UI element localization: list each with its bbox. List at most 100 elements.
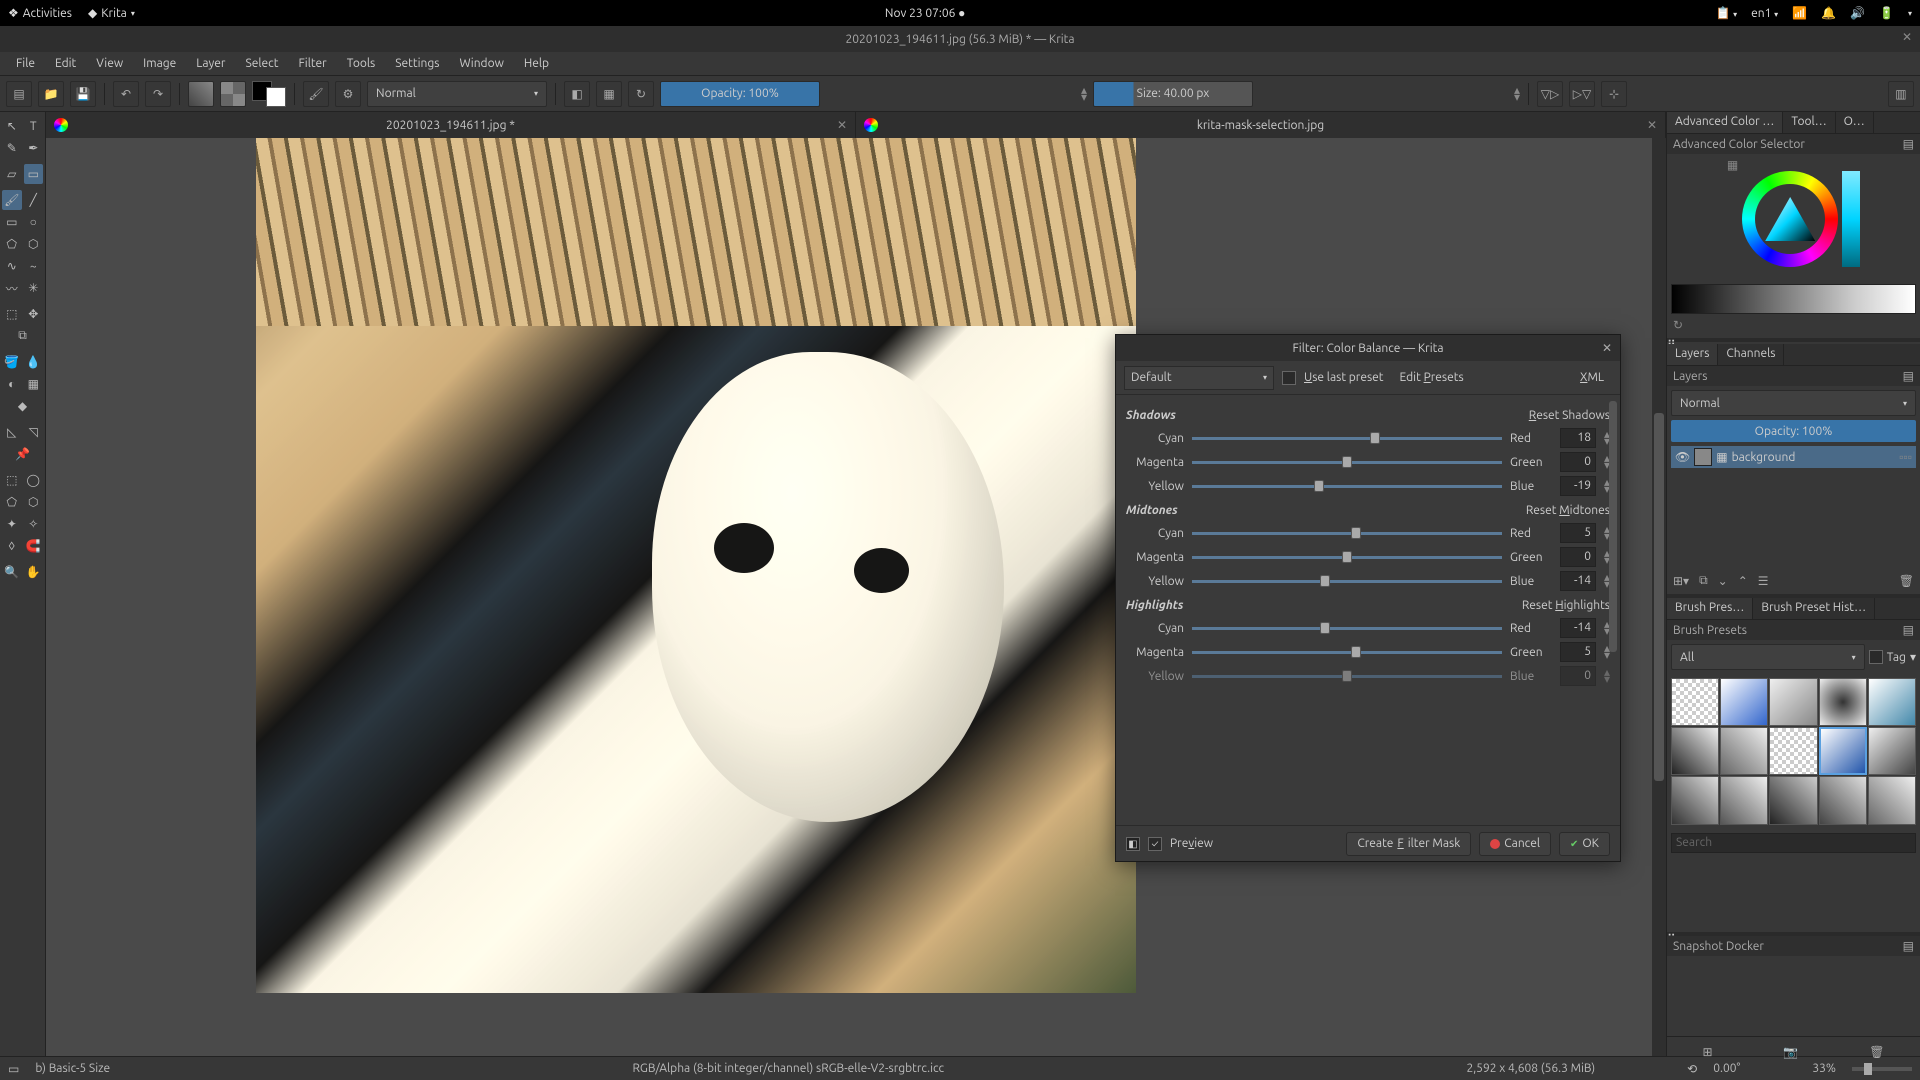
highlights-magenta-green-slider[interactable] <box>1192 644 1502 660</box>
add-layer-icon[interactable]: ⊞▾ <box>1673 574 1689 588</box>
brush-preset[interactable] <box>1769 678 1817 726</box>
shadows-cr-value[interactable]: 18 <box>1560 428 1596 448</box>
preview-label[interactable]: Preview <box>1170 837 1213 850</box>
fill-tool-icon[interactable]: 🪣 <box>2 352 22 372</box>
color-triangle[interactable] <box>1765 197 1815 241</box>
layer-name-label[interactable]: background <box>1732 451 1896 464</box>
multi-brush-tool-icon[interactable]: ✳ <box>24 278 44 298</box>
ellipse-select-tool-icon[interactable]: ◯ <box>24 470 44 490</box>
undo-icon[interactable]: ↶ <box>113 81 139 107</box>
gradient-tool-icon[interactable]: ◐ <box>2 374 22 394</box>
text-tool-icon[interactable]: T <box>24 116 44 136</box>
dyna-brush-tool-icon[interactable]: 〰 <box>2 278 22 298</box>
poly-select-tool-icon[interactable]: ⬡ <box>24 492 44 512</box>
magnetic-select-tool-icon[interactable]: 🧲 <box>24 536 44 556</box>
shadows-mg-value[interactable]: 0 <box>1560 452 1596 472</box>
delete-snapshot-icon[interactable]: 🗑 <box>1869 1045 1884 1059</box>
smart-fill-tool-icon[interactable]: ◆ <box>13 396 33 416</box>
measure-tool-icon[interactable]: ◹ <box>24 422 44 442</box>
brush-preset[interactable] <box>1868 776 1916 824</box>
color-history-icon[interactable]: ↻ <box>1667 314 1920 336</box>
vertical-scrollbar[interactable] <box>1652 138 1666 1056</box>
clock[interactable]: Nov 23 07:06 <box>885 7 955 20</box>
menu-window[interactable]: Window <box>449 53 513 74</box>
freehand-select-tool-icon[interactable]: ⬠ <box>2 492 22 512</box>
brush-preset-icon[interactable]: 🖌 <box>303 81 329 107</box>
ellipse-tool-icon[interactable]: ○ <box>24 212 44 232</box>
mirror-h-icon[interactable]: ▽▷ <box>1537 81 1563 107</box>
dock-splitter[interactable]: ⠿ <box>1667 338 1920 342</box>
brush-preset[interactable] <box>1769 776 1817 824</box>
menu-edit[interactable]: Edit <box>45 53 86 74</box>
menu-filter[interactable]: Filter <box>288 53 336 74</box>
scrollbar-thumb[interactable] <box>1609 401 1617 652</box>
blend-mode-dropdown[interactable]: Normal▾ <box>367 81 547 107</box>
midtones-cyan-red-slider[interactable] <box>1192 525 1502 541</box>
polyline-tool-icon[interactable]: ⬡ <box>24 234 44 254</box>
menu-view[interactable]: View <box>86 53 133 74</box>
duplicate-layer-icon[interactable]: ⧉ <box>1699 574 1708 588</box>
brush-engine-icon[interactable]: ▭ <box>8 1062 19 1076</box>
highlights-yellow-blue-slider[interactable] <box>1192 668 1502 684</box>
use-last-preset-checkbox[interactable] <box>1282 371 1296 385</box>
snapshot-camera-icon[interactable]: 📷 <box>1783 1045 1798 1059</box>
brush-size-slider[interactable]: Size: 40.00 px <box>1093 81 1253 107</box>
ok-button[interactable]: ✔OK <box>1559 832 1610 856</box>
calligraphy-tool-icon[interactable]: ✒ <box>24 138 44 158</box>
new-file-icon[interactable]: ▤ <box>6 81 32 107</box>
tab-tool-options[interactable]: Tool… <box>1783 112 1835 133</box>
color-picker-tool-icon[interactable]: 💧 <box>24 352 44 372</box>
contiguous-select-tool-icon[interactable]: ✦ <box>2 514 22 534</box>
brush-preset[interactable] <box>1720 776 1768 824</box>
cancel-button[interactable]: Cancel <box>1479 832 1551 856</box>
shadows-yellow-blue-slider[interactable] <box>1192 478 1502 494</box>
midtones-magenta-green-slider[interactable] <box>1192 549 1502 565</box>
panel-menu-icon[interactable]: ▤ <box>1903 137 1914 151</box>
menu-help[interactable]: Help <box>514 53 559 74</box>
tab-close-icon[interactable]: ✕ <box>837 118 847 132</box>
volume-icon[interactable]: 🔊 <box>1850 6 1865 20</box>
bell-icon[interactable]: 🔔 <box>1821 6 1836 20</box>
layer-opacity-slider[interactable]: Opacity: 100% <box>1671 420 1916 442</box>
move-tool-icon[interactable]: ↖ <box>2 116 22 136</box>
workspace-chooser-icon[interactable]: ▥ <box>1888 81 1914 107</box>
freehand-brush-tool-icon[interactable]: 🖌 <box>2 190 22 210</box>
mirror-v-icon[interactable]: ▷▽ <box>1569 81 1595 107</box>
zoom-tool-icon[interactable]: 🔍 <box>2 562 22 582</box>
midtones-cr-value[interactable]: 5 <box>1560 523 1596 543</box>
highlights-cr-value[interactable]: -14 <box>1560 618 1596 638</box>
panel-menu-icon[interactable]: ▤ <box>1903 939 1914 953</box>
tab-layers[interactable]: Layers <box>1667 344 1718 365</box>
freehand-path-tool-icon[interactable]: ~ <box>24 256 44 276</box>
highlights-mg-value[interactable]: 5 <box>1560 642 1596 662</box>
crop-tool-icon[interactable]: ▭ <box>24 164 44 184</box>
document-tab[interactable]: krita-mask-selection.jpg ✕ <box>856 112 1666 138</box>
tab-brush-presets[interactable]: Brush Pres… <box>1667 598 1753 619</box>
pattern-edit-tool-icon[interactable]: ▦ <box>24 374 44 394</box>
rotation-reset-icon[interactable]: ⟲ <box>1687 1062 1697 1076</box>
tab-channels[interactable]: Channels <box>1718 344 1784 365</box>
create-filter-mask-button[interactable]: Create Filter Mask <box>1346 832 1471 856</box>
app-menu[interactable]: ◆ Krita ▾ <box>88 6 135 20</box>
layer-blend-mode-dropdown[interactable]: Normal▾ <box>1671 390 1916 416</box>
midtones-yellow-blue-slider[interactable] <box>1192 573 1502 589</box>
menu-file[interactable]: File <box>6 53 45 74</box>
reference-tool-icon[interactable]: 📌 <box>13 444 33 464</box>
shadows-yb-value[interactable]: -19 <box>1560 476 1596 496</box>
menu-tools[interactable]: Tools <box>337 53 386 74</box>
add-snapshot-icon[interactable]: ⊞ <box>1702 1045 1712 1059</box>
tab-advanced-color[interactable]: Advanced Color … <box>1667 112 1783 133</box>
bezier-select-tool-icon[interactable]: ◊ <box>2 536 22 556</box>
activities-button[interactable]: ❖ Activities <box>8 6 72 20</box>
fg-bg-swatches[interactable] <box>252 81 286 107</box>
assistant-tool-icon[interactable]: ◺ <box>2 422 22 442</box>
menu-select[interactable]: Select <box>235 53 288 74</box>
shade-selector[interactable] <box>1671 284 1916 314</box>
brush-preset[interactable] <box>1819 727 1867 775</box>
dialog-close-icon[interactable]: ✕ <box>1602 341 1612 355</box>
document-tab[interactable]: 20201023_194611.jpg * ✕ <box>46 112 856 138</box>
brush-preset[interactable] <box>1819 776 1867 824</box>
layer-visibility-icon[interactable]: 👁 <box>1675 450 1690 464</box>
panel-menu-icon[interactable]: ▤ <box>1903 623 1914 637</box>
highlights-yb-value[interactable]: 0 <box>1560 666 1596 686</box>
